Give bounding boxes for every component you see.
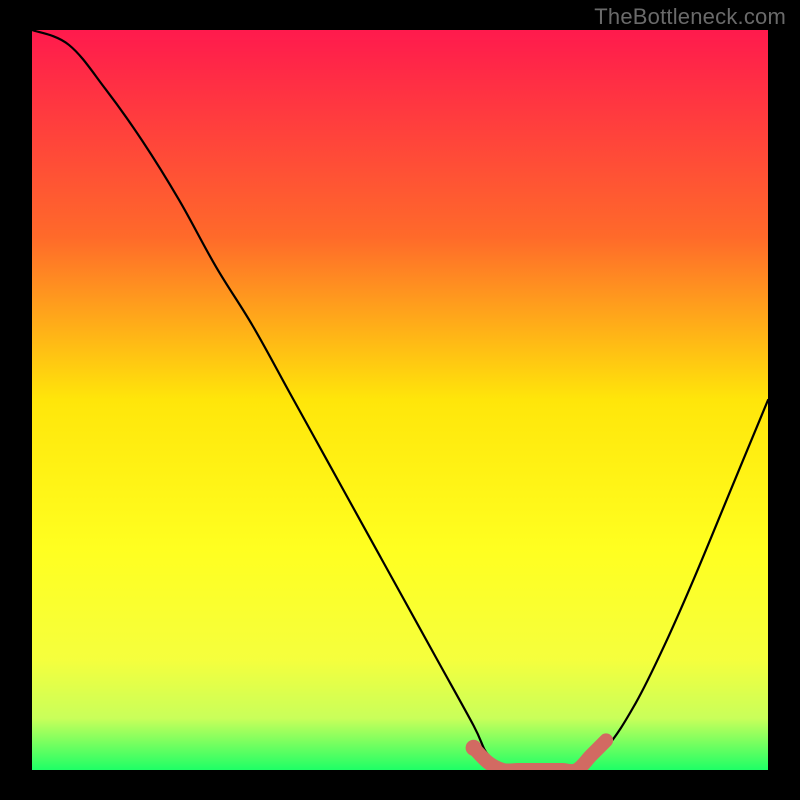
chart-svg <box>32 30 768 770</box>
chart-frame: TheBottleneck.com <box>0 0 800 800</box>
minimum-start-dot <box>466 740 482 756</box>
watermark-label: TheBottleneck.com <box>594 4 786 30</box>
plot-area <box>32 30 768 770</box>
